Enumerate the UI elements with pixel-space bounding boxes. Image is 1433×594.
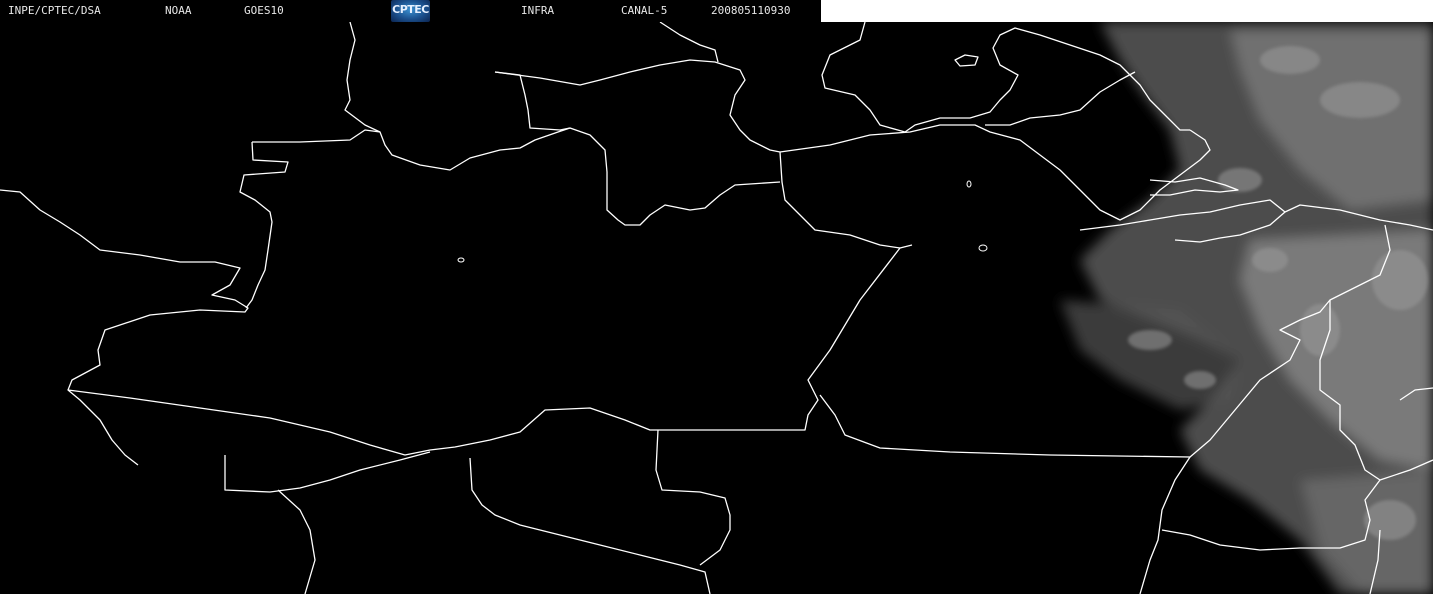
- agency-label: NOAA: [165, 4, 192, 17]
- satellite-label: GOES10: [244, 4, 284, 17]
- source-label: INPE/CPTEC/DSA: [8, 4, 101, 17]
- timestamp-label: 200805110930: [711, 4, 791, 17]
- satellite-map: [0, 21, 1433, 594]
- channel-label: CANAL-5: [621, 4, 668, 17]
- header-blank-area: [821, 0, 1433, 22]
- image-header-bar: INPE/CPTEC/DSA NOAA GOES10 CPTEC INFRA C…: [0, 0, 821, 22]
- cptec-logo-text: CPTEC: [392, 3, 429, 16]
- product-label: INFRA: [521, 4, 555, 17]
- cptec-logo: CPTEC: [391, 0, 430, 22]
